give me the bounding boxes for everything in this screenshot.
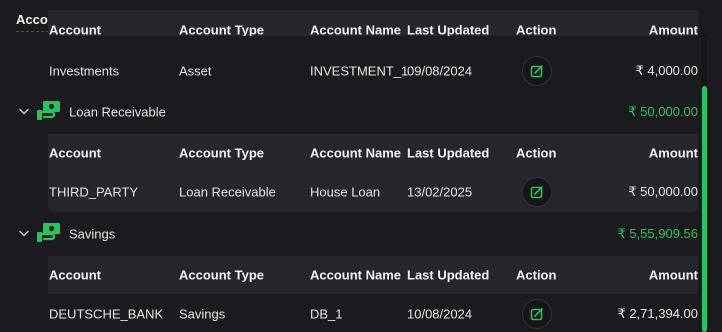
edit-button[interactable] — [522, 299, 552, 329]
table-row: DEUTSCHE_BANK Savings DB_1 10/08/2024 ₹ … — [48, 296, 698, 332]
col-account: Account — [49, 22, 101, 37]
col-action: Action — [516, 145, 557, 161]
group-loan-receivable[interactable]: Loan Receivable ₹ 50,000.00 — [16, 97, 698, 127]
cell-amount: ₹ 50,000.00 — [628, 184, 698, 199]
cell-last-updated: 09/08/2024 — [407, 63, 473, 79]
chevron-down-icon[interactable] — [17, 226, 31, 240]
edit-icon — [530, 65, 543, 78]
table-header: Account Account Type Account Name Last U… — [48, 10, 698, 36]
edit-button[interactable] — [522, 56, 552, 86]
cell-account-type: Loan Receivable — [179, 184, 276, 200]
table-row: THIRD_PARTY Loan Receivable House Loan 1… — [48, 172, 698, 212]
col-account-type: Account Type — [179, 267, 264, 283]
cell-account-type: Savings — [179, 306, 226, 322]
cell-amount: ₹ 4,000.00 — [635, 63, 699, 78]
group-name: Savings — [69, 226, 116, 242]
cell-amount: ₹ 2,71,394.00 — [617, 306, 698, 321]
cell-account: Investments — [49, 63, 120, 79]
cell-account: DEUTSCHE_BANK — [49, 306, 164, 322]
col-account: Account — [49, 267, 101, 283]
edit-icon — [530, 186, 543, 199]
edit-icon — [530, 308, 543, 321]
cell-last-updated: 10/08/2024 — [407, 306, 473, 322]
col-amount: Amount — [648, 145, 698, 161]
col-last-updated: Last Updated — [407, 22, 490, 37]
col-account-name: Account Name — [310, 145, 402, 161]
col-last-updated: Last Updated — [407, 267, 490, 283]
money-hand-icon — [37, 223, 60, 242]
group-name: Loan Receivable — [69, 104, 166, 120]
cell-account-name: INVESTMENT_1 — [310, 63, 409, 79]
col-last-updated: Last Updated — [407, 145, 490, 161]
group-total: ₹ 50,000.00 — [628, 104, 698, 119]
col-account-name: Account Name — [310, 22, 402, 37]
col-action: Action — [516, 22, 557, 37]
cell-account: THIRD_PARTY — [49, 184, 139, 200]
col-amount: Amount — [648, 267, 698, 283]
table-row: Investments Asset INVESTMENT_1 09/08/202… — [48, 52, 698, 90]
group-savings[interactable]: Savings ₹ 5,55,909.56 — [16, 219, 698, 249]
group-total: ₹ 5,55,909.56 — [617, 226, 698, 241]
table-header: Account Account Type Account Name Last U… — [48, 256, 698, 294]
col-account: Account — [49, 145, 101, 161]
scrollbar-thumb[interactable] — [702, 86, 707, 332]
chevron-down-icon[interactable] — [17, 104, 31, 118]
cell-account-name: House Loan — [310, 184, 381, 200]
cell-account-name: DB_1 — [310, 306, 343, 322]
col-action: Action — [516, 267, 557, 283]
col-amount: Amount — [648, 22, 698, 37]
table-header: Account Account Type Account Name Last U… — [48, 134, 698, 172]
col-account-name: Account Name — [310, 267, 402, 283]
col-account-type: Account Type — [179, 145, 264, 161]
edit-button[interactable] — [522, 177, 552, 207]
cell-last-updated: 13/02/2025 — [407, 184, 473, 200]
money-hand-icon — [37, 101, 60, 120]
cell-account-type: Asset — [179, 63, 212, 79]
col-account-type: Account Type — [179, 22, 264, 37]
